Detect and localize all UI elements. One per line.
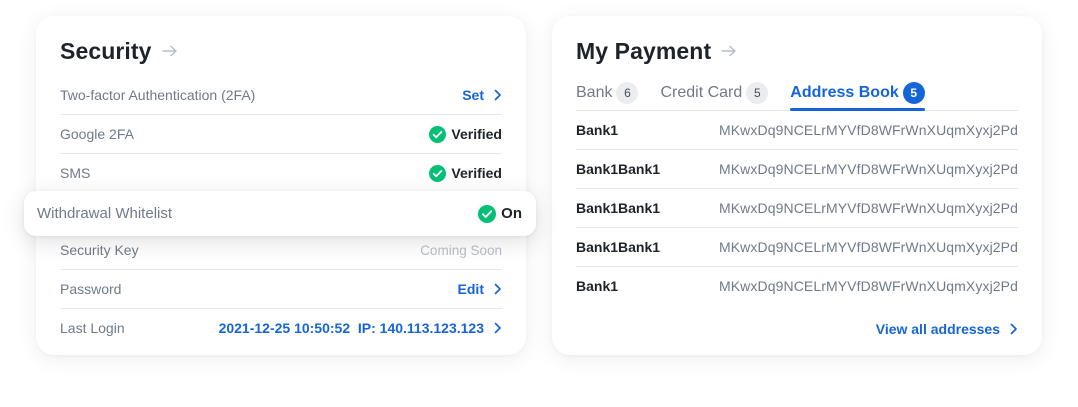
payment-tabs: Bank 6 Credit Card 5 Address Book 5 [576,76,1018,111]
set-2fa-button[interactable]: Set [462,87,502,103]
last-login-link[interactable]: 2021-12-25 10:50:52 IP: 140.113.123.123 [219,320,502,336]
tab-label: Address Book [790,84,899,101]
row-label: Google 2FA [60,126,134,142]
arrow-right-icon[interactable] [721,45,737,57]
count-badge: 6 [616,82,639,104]
address-list: Bank1 MKwxDq9NCELrMYVfD8WFrWnXUqmXyxj2Pd… [576,111,1018,305]
payment-title: My Payment [576,37,712,64]
row-label: SMS [60,165,91,181]
edit-password-button[interactable]: Edit [458,281,502,297]
chevron-right-icon [494,283,502,295]
row-label: Last Login [60,320,125,336]
list-item[interactable]: Bank1Bank1 MKwxDq9NCELrMYVfD8WFrWnXUqmXy… [576,189,1018,228]
row-label: Password [60,281,122,297]
list-item[interactable]: Bank1Bank1 MKwxDq9NCELrMYVfD8WFrWnXUqmXy… [576,150,1018,189]
whitelist-label: Withdrawal Whitelist [37,205,173,222]
view-all-addresses-link[interactable]: View all addresses [876,321,1018,337]
arrow-right-icon[interactable] [161,45,178,57]
count-badge: 5 [746,82,769,104]
status-text: On [501,205,522,222]
chevron-right-icon [1010,323,1018,335]
view-all-label: View all addresses [875,321,1000,337]
status-badge: Verified [429,164,502,182]
tab-label: Bank [576,84,613,101]
address-value: MKwxDq9NCELrMYVfD8WFrWnXUqmXyxj2Pd [718,161,1018,177]
address-value: MKwxDq9NCELrMYVfD8WFrWnXUqmXyxj2Pd [718,200,1018,216]
security-row-last-login[interactable]: Last Login 2021-12-25 10:50:52 IP: 140.1… [60,309,502,347]
action-label: Set [462,87,484,103]
security-row-sms: SMS Verified [60,154,502,193]
list-item[interactable]: Bank1Bank1 MKwxDq9NCELrMYVfD8WFrWnXUqmXy… [576,228,1018,267]
chevron-right-icon [494,322,502,334]
address-value: MKwxDq9NCELrMYVfD8WFrWnXUqmXyxj2Pd [718,278,1018,294]
row-label: Two-factor Authentication (2FA) [60,87,256,103]
security-row-2fa[interactable]: Two-factor Authentication (2FA) Set [60,76,502,115]
address-value: MKwxDq9NCELrMYVfD8WFrWnXUqmXyxj2Pd [718,122,1018,138]
last-login-value: 2021-12-25 10:50:52 IP: 140.113.123.123 [218,320,484,336]
chevron-right-icon [494,89,502,101]
action-label: Edit [457,281,484,297]
check-circle-icon [429,164,447,182]
address-value: MKwxDq9NCELrMYVfD8WFrWnXUqmXyxj2Pd [718,239,1018,255]
security-row-google-2fa: Google 2FA Verified [60,115,502,154]
security-row-password[interactable]: Password Edit [60,270,502,309]
address-name: Bank1Bank1 [576,200,661,216]
address-name: Bank1Bank1 [576,161,661,177]
tab-credit-card[interactable]: Credit Card 5 [660,76,769,110]
tab-address-book[interactable]: Address Book 5 [790,76,926,111]
security-row-security-key: Security Key Coming Soon [60,231,502,270]
security-card: Security Two-factor Authentication (2FA)… [36,16,526,355]
payment-card: My Payment Bank 6 Credit Card 5 Address … [552,16,1042,355]
payment-header[interactable]: My Payment [576,34,1018,68]
withdrawal-whitelist-row[interactable]: Withdrawal Whitelist On [24,191,536,236]
list-item[interactable]: Bank1 MKwxDq9NCELrMYVfD8WFrWnXUqmXyxj2Pd [576,111,1018,150]
security-header[interactable]: Security [60,34,502,68]
list-item[interactable]: Bank1 MKwxDq9NCELrMYVfD8WFrWnXUqmXyxj2Pd [576,267,1018,305]
status-badge: Verified [429,125,502,143]
status-text: Verified [451,126,502,142]
status-text: Verified [451,165,502,181]
check-circle-icon [478,204,497,223]
tab-label: Credit Card [660,84,743,101]
security-title: Security [60,37,152,64]
tab-bank[interactable]: Bank 6 [576,76,639,110]
row-label: Security Key [60,242,139,258]
coming-soon-text: Coming Soon [420,242,502,258]
address-name: Bank1Bank1 [576,239,661,255]
address-name: Bank1 [576,122,619,138]
count-badge: 5 [902,82,925,104]
check-circle-icon [429,125,447,143]
address-name: Bank1 [576,278,619,294]
whitelist-status-badge: On [478,204,522,223]
